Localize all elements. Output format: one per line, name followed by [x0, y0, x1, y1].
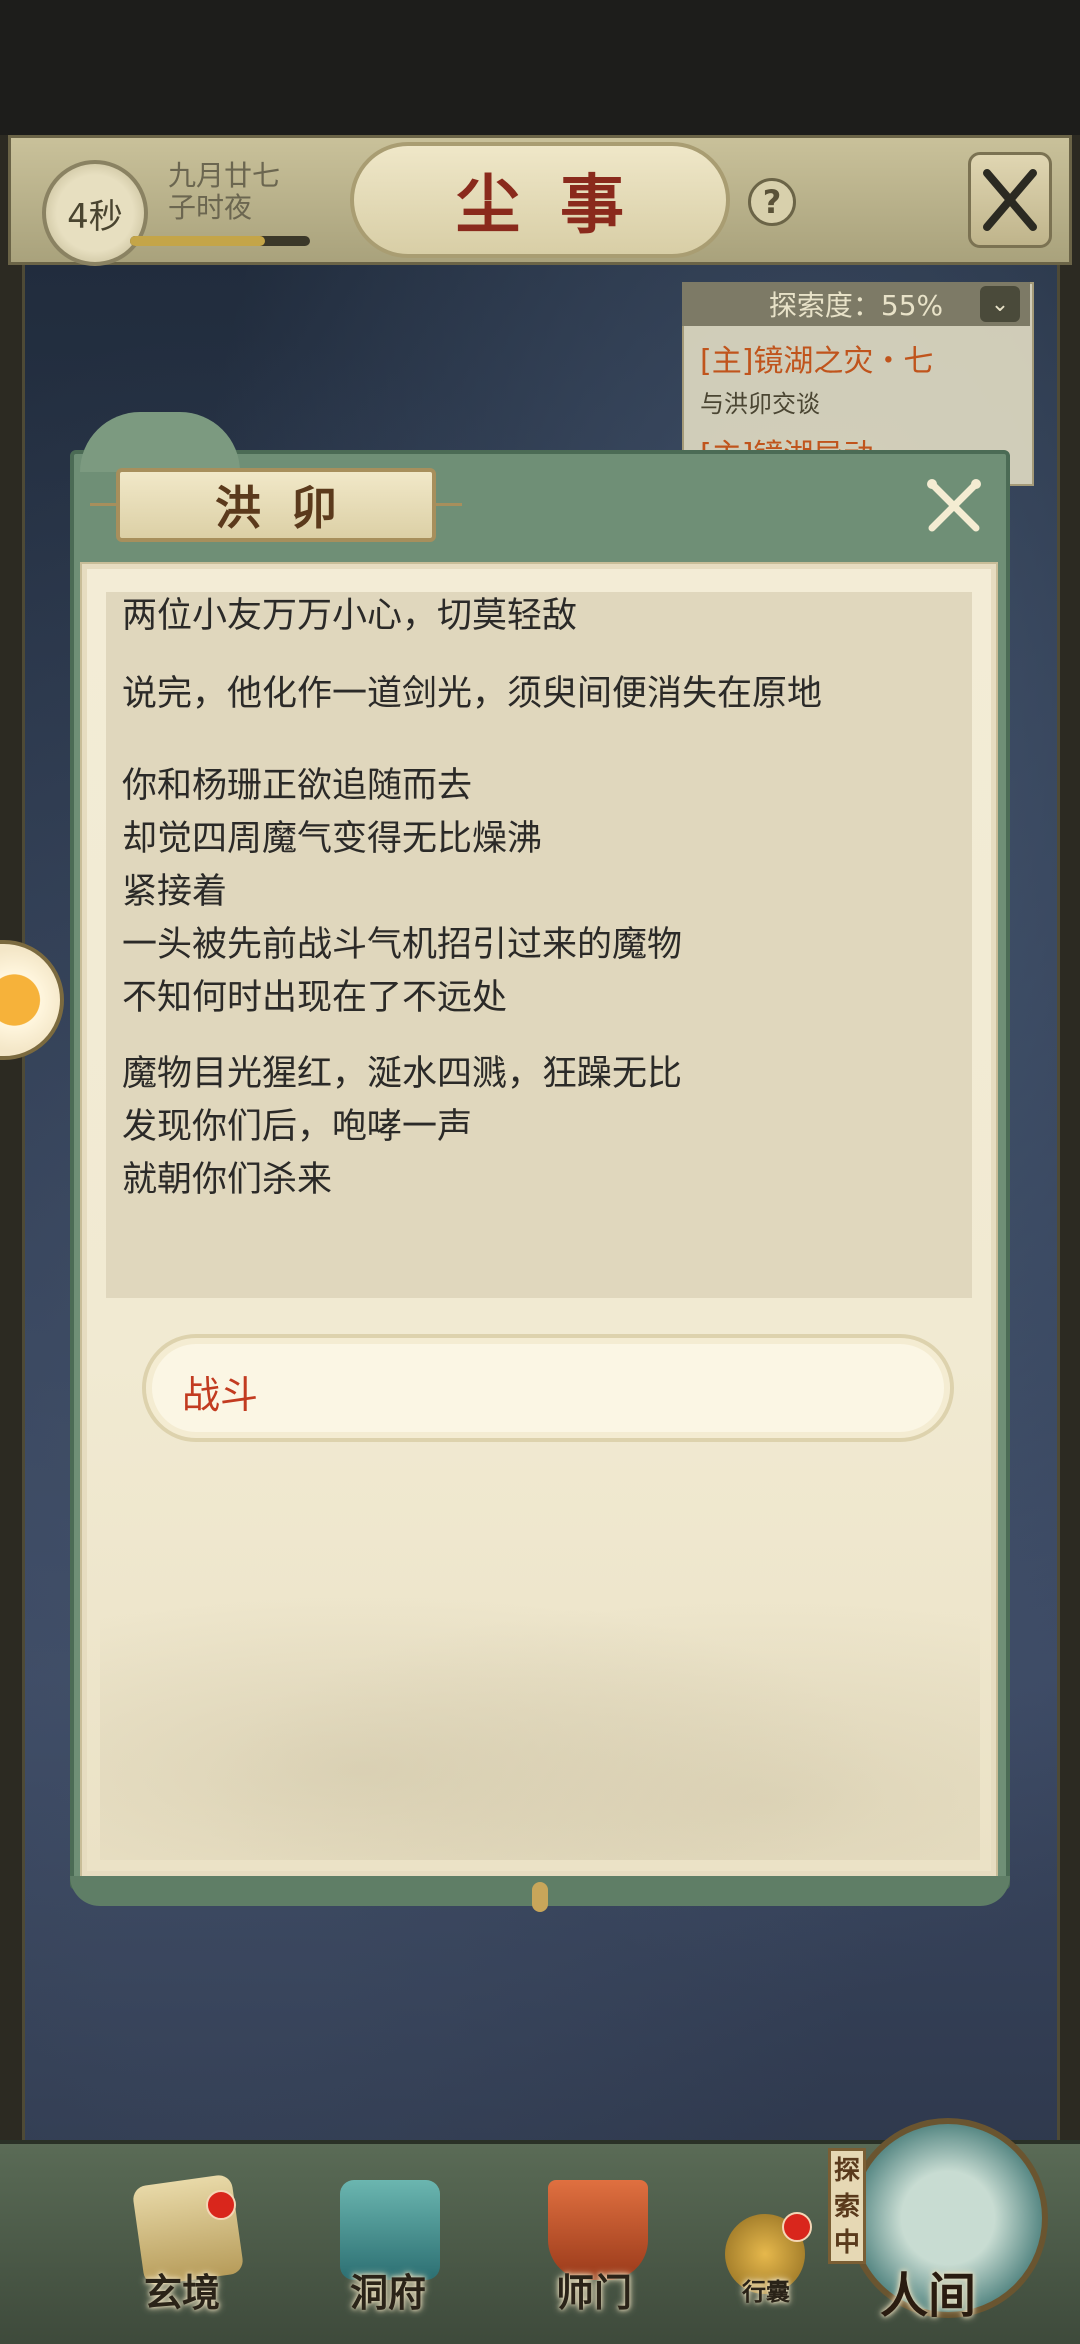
dialog-line: 你和杨珊正欲追随而去	[122, 766, 473, 806]
chevron-down-icon[interactable]: ⌄	[980, 286, 1020, 322]
scene-frame-right	[1057, 135, 1080, 2205]
nav-item-renjian[interactable]: 人间	[880, 2256, 976, 2326]
game-date: 九月廿七	[168, 159, 281, 192]
dialog-handle	[532, 1882, 548, 1912]
nav-item-xingnang[interactable]: 行囊	[742, 2272, 790, 2307]
battle-option-button[interactable]	[142, 1334, 954, 1442]
explore-status-tag: 探索中	[828, 2148, 866, 2264]
notification-badge	[782, 2212, 812, 2242]
close-icon	[983, 169, 1037, 231]
dialog-line: 魔物目光猩红，涎水四溅，狂躁无比	[122, 1054, 683, 1094]
game-time-of-day: 子时夜	[168, 191, 253, 224]
dialog-close-icon	[927, 479, 981, 532]
dialog-line: 不知何时出现在了不远处	[122, 978, 508, 1018]
dialog-line: 紧接着	[122, 872, 228, 912]
nav-item-shimen[interactable]: 师门	[556, 2262, 632, 2317]
dialog-line: 却觉四周魔气变得无比燥沸	[122, 819, 543, 859]
landscape-mist-decoration	[100, 1560, 980, 1860]
nav-item-dongfu[interactable]: 洞府	[350, 2262, 426, 2317]
dialog-line: 说完，他化作一道剑光，须臾间便消失在原地	[122, 674, 823, 714]
help-button[interactable]: ?	[748, 178, 796, 226]
close-button[interactable]	[968, 152, 1052, 248]
dialog-paragraph: 两位小友万万小心，切莫轻敌	[122, 590, 577, 643]
notification-badge	[206, 2190, 236, 2220]
quest-objective: 与洪卯交谈	[700, 390, 820, 418]
dialog-close-button[interactable]	[920, 472, 988, 540]
scene-frame-left	[0, 135, 25, 2205]
speaker-name: 洪卯	[116, 468, 436, 542]
dialog-paragraph: 说完，他化作一道剑光，须臾间便消失在原地	[122, 668, 822, 721]
dialog-line: 一头被先前战斗气机招引过来的魔物	[122, 925, 683, 965]
battle-option-label[interactable]: 战斗	[182, 1364, 258, 1419]
dialog-line: 两位小友万万小心，切莫轻敌	[122, 596, 578, 636]
countdown-timer: 4秒	[42, 160, 148, 266]
explore-progress: 探索度：55%	[682, 282, 1030, 326]
status-bar	[0, 0, 1080, 135]
dialog-line: 就朝你们杀来	[122, 1160, 333, 1200]
dialog-line: 发现你们后，咆哮一声	[122, 1107, 473, 1147]
dialog-paragraph: 你和杨珊正欲追随而去 却觉四周魔气变得无比燥沸 紧接着 一头被先前战斗气机招引过…	[122, 760, 682, 1025]
page-title: 尘事	[350, 142, 730, 258]
nav-item-xuanjing[interactable]: 玄境	[144, 2262, 220, 2317]
time-progress-fill	[130, 236, 265, 246]
dialog-paragraph: 魔物目光猩红，涎水四溅，狂躁无比 发现你们后，咆哮一声 就朝你们杀来	[122, 1048, 682, 1207]
quest-title[interactable]: [主]镜湖之灾・七	[700, 336, 933, 380]
